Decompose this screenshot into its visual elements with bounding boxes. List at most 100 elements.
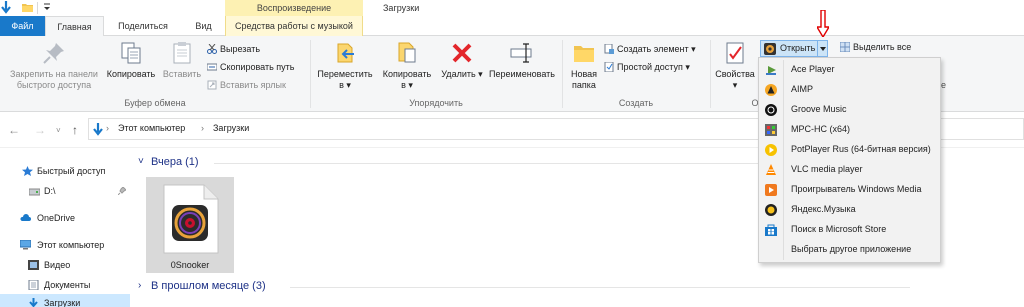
nav-drive-d[interactable]: D:\ — [0, 182, 130, 200]
nav-label: D:\ — [44, 186, 56, 196]
expand-chevron-icon[interactable]: › — [138, 280, 141, 291]
nav-label: OneDrive — [37, 213, 76, 223]
aimp-icon — [765, 84, 777, 96]
nav-label: Этот компьютер — [37, 240, 105, 250]
menu-item-potplayer[interactable]: PotPlayer Rus (64-битная версия) — [759, 140, 940, 160]
tab-share[interactable]: Поделиться — [104, 16, 182, 36]
ribbon-tabs: Файл Главная Поделиться Вид Средства раб… — [0, 16, 1024, 37]
copy-path-label: Скопировать путь — [220, 62, 295, 72]
delete-x-icon — [452, 43, 472, 63]
menu-item-label: Ace Player — [791, 64, 835, 74]
menu-item-microsoft-store[interactable]: Поиск в Microsoft Store — [759, 220, 940, 240]
scissors-icon — [207, 44, 217, 54]
groove-music-icon — [765, 104, 777, 116]
nav-videos[interactable]: Видео — [0, 256, 130, 274]
easy-access-button[interactable]: Простой доступ ▾ — [604, 60, 690, 74]
snooker-open-icon — [764, 43, 776, 55]
menu-item-windows-media-player[interactable]: Проигрыватель Windows Media — [759, 180, 940, 200]
new-folder-icon — [574, 46, 594, 62]
nav-label: Загрузки — [44, 298, 81, 307]
file-item-0snooker[interactable]: 0Snooker — [146, 177, 234, 273]
menu-item-vlc[interactable]: VLC media player — [759, 160, 940, 180]
copy-to-icon — [398, 42, 416, 63]
customize-quick-access-icon[interactable] — [43, 3, 51, 12]
forward-arrow-icon[interactable]: → — [34, 123, 46, 137]
group-label-clipboard: Буфер обмена — [124, 98, 186, 108]
delete-button[interactable]: Удалить ▾ — [440, 40, 484, 80]
paste-shortcut-icon — [207, 80, 217, 90]
breadcrumb-separator[interactable]: › — [201, 123, 204, 133]
folder-icon[interactable] — [22, 3, 33, 12]
breadcrumb-separator[interactable]: › — [106, 123, 109, 133]
copy-button[interactable]: Копировать — [104, 40, 158, 80]
rename-label: Переименовать — [489, 69, 555, 79]
back-arrow-icon[interactable]: ← — [8, 123, 20, 137]
menu-item-yandex-music[interactable]: Яндекс.Музыка — [759, 200, 940, 220]
new-item-button[interactable]: Создать элемент ▾ — [604, 42, 696, 56]
menu-item-choose-another-app[interactable]: Выбрать другое приложение — [759, 240, 940, 260]
group-header-last-month[interactable]: В прошлом месяце (3) — [151, 280, 266, 292]
open-button[interactable]: Открыть — [760, 40, 821, 57]
select-all-button[interactable]: Выделить все — [840, 40, 911, 54]
menu-item-label: Проигрыватель Windows Media — [791, 184, 922, 194]
select-all-icon — [840, 42, 850, 52]
menu-item-aimp[interactable]: AIMP — [759, 80, 940, 100]
cut-button[interactable]: Вырезать — [207, 42, 260, 56]
contextual-tab-group-playback: Воспроизведение — [225, 0, 363, 16]
open-dropdown-toggle[interactable] — [817, 40, 828, 57]
down-arrow-icon — [1, 1, 11, 14]
rename-icon — [510, 43, 532, 63]
menu-item-label: Groove Music — [791, 104, 847, 114]
menu-item-ace-player[interactable]: Ace Player — [759, 60, 940, 80]
chevron-down-icon — [820, 47, 826, 51]
tab-file[interactable]: Файл — [0, 16, 45, 36]
menu-item-groove-music[interactable]: Groove Music — [759, 100, 940, 120]
paste-button[interactable]: Вставить — [160, 40, 204, 80]
star-icon — [22, 166, 33, 176]
tab-view[interactable]: Вид — [182, 16, 225, 36]
recent-locations-chevron-icon[interactable]: ˅ — [56, 126, 61, 135]
breadcrumb-this-pc[interactable]: Этот компьютер — [118, 123, 185, 133]
cut-label: Вырезать — [220, 44, 261, 54]
download-arrow-icon — [29, 298, 38, 307]
rename-button[interactable]: Переименовать — [484, 40, 560, 80]
menu-item-mpc-hc[interactable]: MPC-HC (x64) — [759, 120, 940, 140]
paste-shortcut-button[interactable]: Вставить ярлык — [207, 78, 286, 92]
move-to-button[interactable]: Переместить в ▾ — [314, 40, 376, 91]
nav-label: Быстрый доступ — [37, 166, 106, 176]
menu-item-label: Яндекс.Музыка — [791, 204, 856, 214]
group-header-yesterday[interactable]: Вчера (1) — [151, 156, 199, 168]
delete-label: Удалить ▾ — [441, 69, 483, 79]
pinned-icon — [118, 187, 126, 195]
group-label-create: Создать — [618, 98, 654, 108]
nav-documents[interactable]: Документы — [0, 276, 130, 294]
new-folder-button[interactable]: Новая папка — [566, 40, 602, 91]
easy-access-label: Простой доступ ▾ — [617, 62, 690, 72]
copy-to-button[interactable]: Копировать в ▾ — [378, 40, 436, 91]
pin-label: Закрепить на панели быстрого доступа — [10, 69, 98, 90]
copy-path-button[interactable]: Скопировать путь — [207, 60, 294, 74]
nav-downloads[interactable]: Загрузки — [0, 294, 130, 307]
up-arrow-icon[interactable]: ↑ — [72, 123, 78, 137]
collapse-chevron-icon[interactable]: ˅ — [138, 156, 144, 167]
nav-quick-access[interactable]: Быстрый доступ — [0, 162, 130, 180]
open-with-menu: Ace Player AIMP Groove Music MPC-HC (x64… — [758, 57, 941, 263]
file-name: 0Snooker — [170, 260, 210, 270]
properties-button[interactable]: Свойства ▾ — [714, 40, 756, 91]
tab-home[interactable]: Главная — [45, 16, 104, 37]
nav-this-pc[interactable]: Этот компьютер — [0, 236, 130, 254]
move-to-label: Переместить в ▾ — [317, 69, 373, 90]
nav-onedrive[interactable]: OneDrive — [0, 209, 130, 227]
pin-to-quick-access-button[interactable]: Закрепить на панели быстрого доступа — [4, 40, 104, 91]
menu-item-label: MPC-HC (x64) — [791, 124, 851, 134]
title-bar: Воспроизведение Загрузки — [0, 0, 1024, 16]
navigation-pane: Быстрый доступ D:\ OneDrive Этот компьют… — [0, 148, 130, 307]
group-header-line — [214, 163, 834, 164]
menu-item-label: PotPlayer Rus (64-битная версия) — [791, 144, 931, 154]
paste-shortcut-label: Вставить ярлык — [220, 80, 286, 90]
breadcrumb-downloads[interactable]: Загрузки — [213, 123, 249, 133]
computer-icon — [20, 240, 31, 250]
tab-music-tools[interactable]: Средства работы с музыкой — [225, 16, 363, 36]
pin-icon — [43, 43, 64, 64]
window-title: Загрузки — [383, 3, 420, 13]
